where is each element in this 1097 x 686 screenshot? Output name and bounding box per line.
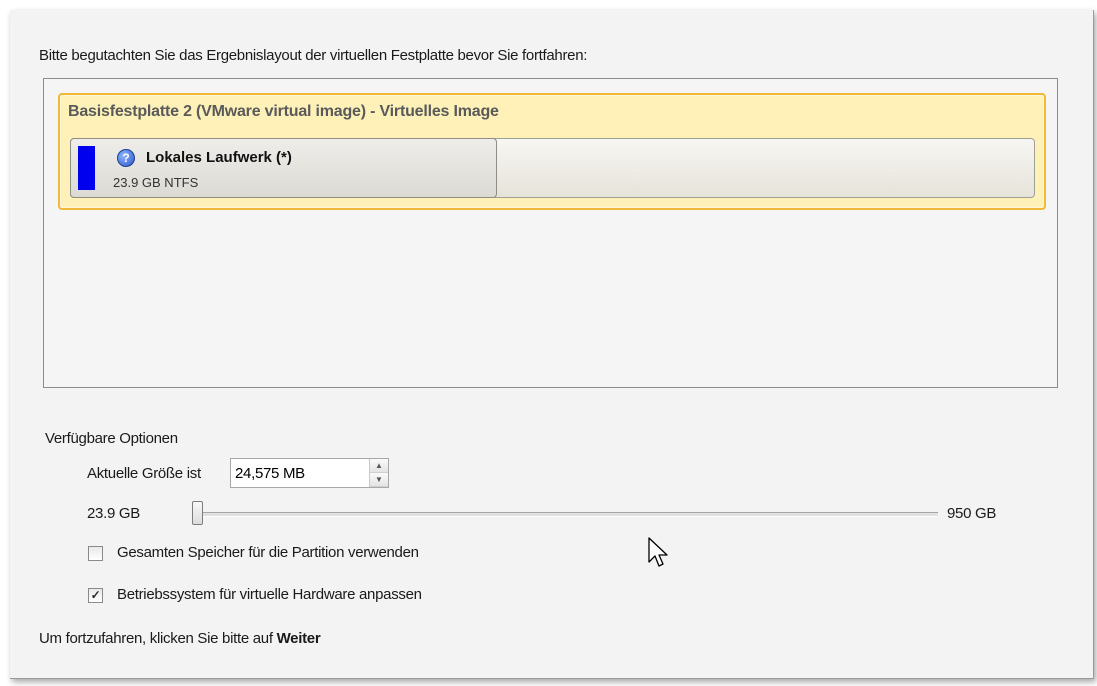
disk-card[interactable]: Basisfestplatte 2 (VMware virtual image)…	[58, 93, 1046, 210]
disk-title: Basisfestplatte 2 (VMware virtual image)…	[68, 103, 499, 120]
checkbox-label: Betriebssystem für virtuelle Hardware an…	[117, 586, 422, 603]
size-spinner: ▲ ▼	[230, 458, 389, 488]
instruction-text: Bitte begutachten Sie das Ergebnislayout…	[39, 47, 588, 64]
checkbox-adapt-os[interactable]: ✓	[88, 588, 103, 603]
size-input[interactable]	[231, 459, 371, 487]
disk-layout-view: Basisfestplatte 2 (VMware virtual image)…	[43, 78, 1058, 388]
spin-down-icon[interactable]: ▼	[370, 473, 388, 487]
checkbox-label: Gesamten Speicher für die Partition verw…	[117, 544, 419, 561]
partition-size: 23.9 GB NTFS	[113, 175, 199, 190]
spinner-buttons: ▲ ▼	[369, 459, 388, 487]
partition-name: Lokales Laufwerk (*)	[146, 149, 292, 166]
slider-min-label: 23.9 GB	[87, 505, 140, 522]
mouse-cursor-icon	[648, 537, 668, 567]
checkbox-use-full-space[interactable]	[88, 546, 103, 561]
footer-prefix: Um fortzufahren, klicken Sie bitte auf	[39, 630, 277, 647]
spin-up-icon[interactable]: ▲	[370, 459, 388, 473]
slider-max-label: 950 GB	[947, 505, 997, 522]
partition-local-drive[interactable]: ? Lokales Laufwerk (*) 23.9 GB NTFS	[70, 138, 497, 198]
help-icon[interactable]: ?	[117, 149, 135, 167]
partition-bar: ? Lokales Laufwerk (*) 23.9 GB NTFS	[70, 138, 1035, 198]
size-slider-thumb[interactable]	[192, 501, 203, 525]
partition-color-swatch	[78, 146, 95, 190]
size-slider-track[interactable]	[192, 512, 938, 517]
options-heading: Verfügbare Optionen	[45, 430, 178, 447]
footer-action: Weiter	[276, 630, 321, 647]
size-label: Aktuelle Größe ist	[87, 465, 201, 482]
footer-hint: Um fortzufahren, klicken Sie bitte auf W…	[39, 630, 321, 647]
